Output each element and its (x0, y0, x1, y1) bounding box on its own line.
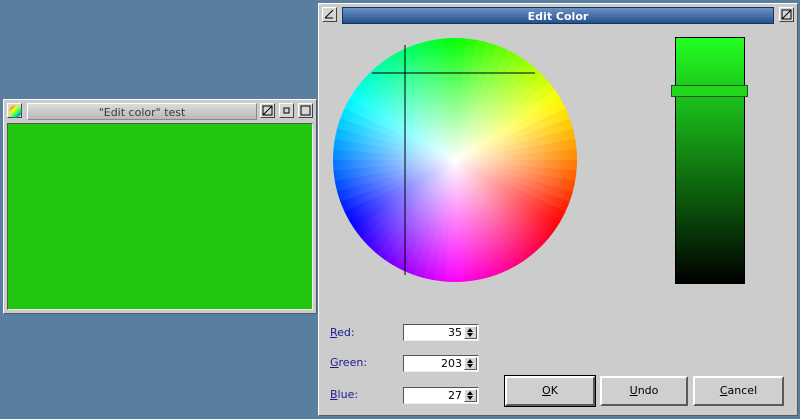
blue-label: Blue: (330, 388, 359, 401)
edit-color-title: Edit Color (342, 7, 774, 24)
color-wheel[interactable] (332, 37, 578, 283)
cancel-button[interactable]: Cancel (693, 376, 784, 406)
red-spinbox[interactable]: 35 (403, 324, 479, 341)
edit-color-window: Edit Color Red: 35 Green: 203 Blue: 27 O… (318, 3, 798, 416)
test-window-title: "Edit color" test (27, 103, 257, 120)
green-spin-arrows-icon[interactable] (464, 357, 477, 370)
close-icon[interactable] (298, 103, 313, 118)
maximize-icon[interactable] (779, 7, 794, 22)
window-menu-icon[interactable] (322, 7, 337, 22)
iconify-icon[interactable] (279, 103, 294, 118)
green-spinbox[interactable]: 203 (403, 355, 479, 372)
color-preview-area (7, 123, 313, 310)
blue-spinbox[interactable]: 27 (403, 387, 479, 404)
undo-button[interactable]: Undo (600, 376, 688, 406)
test-window-titlebar[interactable]: "Edit color" test (7, 103, 313, 120)
red-spin-arrows-icon[interactable] (464, 326, 477, 339)
green-value[interactable]: 203 (441, 357, 462, 370)
red-value[interactable]: 35 (448, 326, 462, 339)
blue-spin-arrows-icon[interactable] (464, 389, 477, 402)
red-label: Red: (330, 326, 355, 339)
blue-value[interactable]: 27 (448, 389, 462, 402)
green-label: Green: (330, 356, 368, 369)
brightness-slider[interactable] (675, 37, 745, 284)
edit-color-titlebar[interactable]: Edit Color (322, 7, 794, 24)
app-icon[interactable] (7, 103, 22, 118)
brightness-slider-handle[interactable] (671, 85, 748, 97)
maximize-icon[interactable] (260, 103, 275, 118)
ok-button[interactable]: OK (504, 375, 596, 407)
test-window: "Edit color" test (3, 99, 317, 314)
